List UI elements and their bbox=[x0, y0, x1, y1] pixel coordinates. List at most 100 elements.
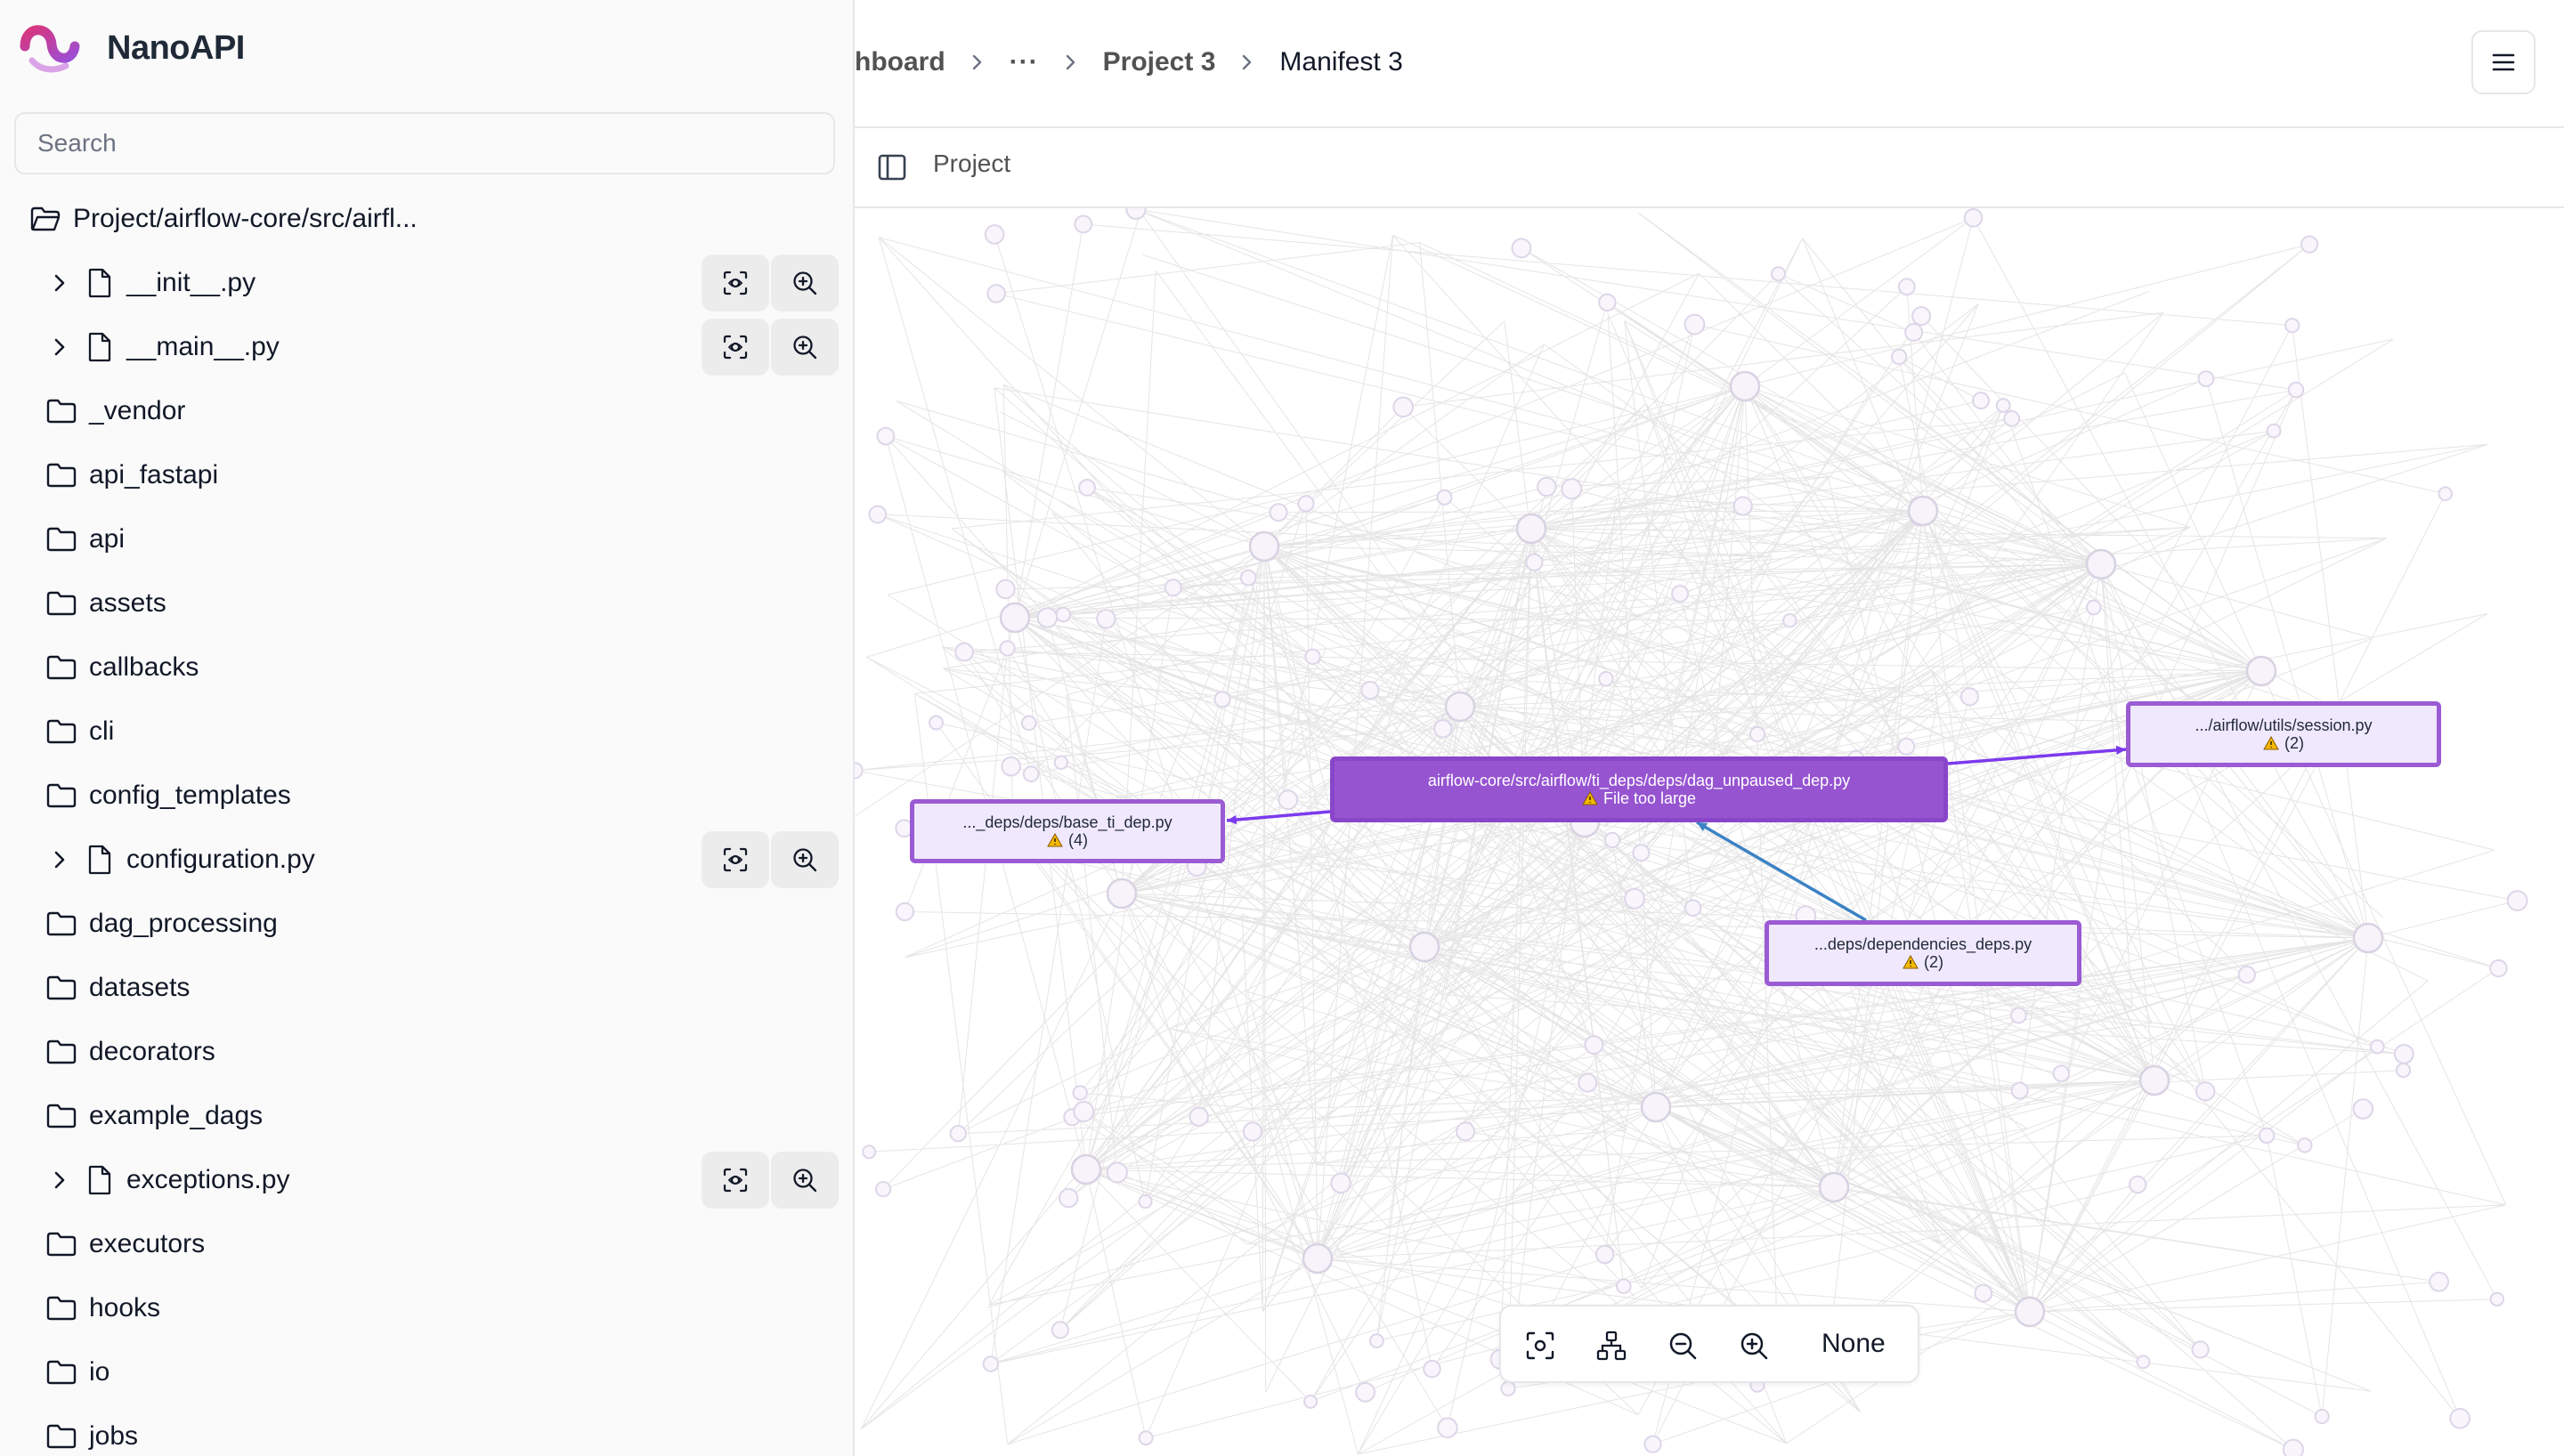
graph-node-dot[interactable] bbox=[1974, 1283, 1993, 1303]
graph-node-dot[interactable] bbox=[995, 578, 1016, 600]
graph-hub-node[interactable] bbox=[1070, 1153, 1102, 1185]
graph-node-dot[interactable] bbox=[2258, 1127, 2276, 1145]
graph-node-dot[interactable] bbox=[1771, 266, 1786, 282]
graph-node-dot[interactable] bbox=[2489, 1291, 2505, 1307]
zoom-file-button[interactable] bbox=[771, 319, 839, 376]
graph-node-dot[interactable] bbox=[2129, 1175, 2147, 1194]
graph-node-dot[interactable] bbox=[1020, 715, 1037, 732]
graph-node-session[interactable]: .../airflow/utils/session.py (2) bbox=[2126, 701, 2441, 767]
graph-node-dot[interactable] bbox=[1624, 887, 1645, 910]
graph-hub-node[interactable] bbox=[1106, 878, 1138, 910]
graph-node-dot[interactable] bbox=[2266, 423, 2282, 439]
graph-node-dot[interactable] bbox=[1995, 398, 2011, 413]
graph-node-dot[interactable] bbox=[1525, 553, 1544, 571]
graph-hub-node[interactable] bbox=[2245, 655, 2277, 687]
graph-node-dot[interactable] bbox=[2369, 1039, 2385, 1055]
graph-node-dot[interactable] bbox=[2314, 1409, 2330, 1425]
graph-node-dot[interactable] bbox=[1125, 208, 1147, 220]
graph-node-dot[interactable] bbox=[954, 642, 974, 662]
tree-file-init-py[interactable]: __init__.py bbox=[0, 251, 853, 315]
tree-folder-cli[interactable]: cli bbox=[0, 700, 853, 764]
graph-node-dot[interactable] bbox=[2191, 1340, 2210, 1359]
graph-node-dot[interactable] bbox=[2287, 381, 2305, 399]
zoom-file-button[interactable] bbox=[771, 831, 839, 888]
graph-node-dot[interactable] bbox=[855, 762, 864, 780]
graph-node-dot[interactable] bbox=[1074, 214, 1093, 234]
tree-folder-hooks[interactable]: hooks bbox=[0, 1276, 853, 1340]
tree-folder-config-templates[interactable]: config_templates bbox=[0, 764, 853, 828]
graph-node-dot[interactable] bbox=[1960, 687, 1980, 707]
graph-node-dot[interactable] bbox=[2136, 1355, 2151, 1370]
graph-node-dot[interactable] bbox=[2506, 890, 2528, 911]
focus-file-button[interactable] bbox=[702, 319, 769, 376]
graph-hub-node[interactable] bbox=[1907, 495, 1939, 527]
graph-node-dot[interactable] bbox=[1511, 238, 1532, 259]
graph-node-base-ti-dep[interactable]: ..._deps/deps/base_ti_dep.py (4) bbox=[910, 799, 1225, 863]
graph-node-dot[interactable] bbox=[2237, 966, 2257, 984]
graph-node-dot[interactable] bbox=[1036, 607, 1059, 628]
graph-hub-node[interactable] bbox=[1408, 931, 1440, 963]
graph-node-dot[interactable] bbox=[1584, 1035, 1604, 1055]
graph-node-dot[interactable] bbox=[1369, 1333, 1384, 1348]
graph-node-dot[interactable] bbox=[1911, 306, 1932, 327]
graph-node-dot[interactable] bbox=[1643, 1435, 1662, 1453]
zoom-file-button[interactable] bbox=[771, 255, 839, 311]
graph-node-dot[interactable] bbox=[1360, 681, 1380, 700]
graph-node-dot[interactable] bbox=[2284, 318, 2300, 334]
graph-hub-node[interactable] bbox=[999, 602, 1031, 634]
focus-file-button[interactable] bbox=[702, 255, 769, 311]
search-input[interactable] bbox=[14, 112, 835, 174]
graph-node-dot[interactable] bbox=[1500, 1380, 1516, 1397]
graph-node-dot[interactable] bbox=[1242, 1121, 1263, 1142]
graph-node-dot[interactable] bbox=[2297, 1137, 2313, 1153]
graph-node-dot[interactable] bbox=[1073, 1101, 1095, 1122]
graph-hub-node[interactable] bbox=[1640, 1091, 1672, 1123]
graph-node-dot[interactable] bbox=[1392, 396, 1415, 418]
graph-node-dot[interactable] bbox=[1598, 293, 1617, 312]
graph-node-dot[interactable] bbox=[1578, 1072, 1598, 1093]
graph-node-dot[interactable] bbox=[982, 1355, 1000, 1372]
graph-node-dot[interactable] bbox=[1001, 756, 1021, 777]
graph-hub-node[interactable] bbox=[2014, 1296, 2046, 1328]
zoom-in-button[interactable] bbox=[1727, 1319, 1781, 1372]
graph-node-dot[interactable] bbox=[1072, 1085, 1088, 1101]
graph-node-dot[interactable] bbox=[1594, 1244, 1615, 1265]
graph-node-dependencies-deps[interactable]: ...deps/dependencies_deps.py (2) bbox=[1765, 920, 2081, 986]
graph-node-selected[interactable]: airflow-core/src/airflow/ti_deps/deps/da… bbox=[1330, 756, 1948, 822]
tree-folder-decorators[interactable]: decorators bbox=[0, 1020, 853, 1084]
graph-node-dot[interactable] bbox=[1904, 322, 1924, 342]
graph-node-dot[interactable] bbox=[1053, 755, 1069, 770]
graph-node-dot[interactable] bbox=[1684, 313, 1706, 336]
graph-node-dot[interactable] bbox=[1189, 1106, 1209, 1127]
graph-hub-node[interactable] bbox=[2138, 1064, 2170, 1096]
zoom-out-button[interactable] bbox=[1656, 1319, 1709, 1372]
graph-node-dot[interactable] bbox=[1456, 1121, 1476, 1142]
graph-node-dot[interactable] bbox=[876, 426, 896, 446]
graph-node-dot[interactable] bbox=[2352, 1098, 2374, 1120]
chevron-right-icon[interactable] bbox=[46, 334, 73, 360]
breadcrumb-project[interactable]: Project 3 bbox=[1103, 47, 1216, 77]
graph-node-dot[interactable] bbox=[1436, 489, 1453, 506]
focus-file-button[interactable] bbox=[702, 1152, 769, 1209]
graph-node-dot[interactable] bbox=[2010, 1081, 2029, 1100]
graph-hub-node[interactable] bbox=[1729, 370, 1761, 402]
graph-node-dot[interactable] bbox=[1164, 578, 1182, 597]
graph-node-dot[interactable] bbox=[1059, 1187, 1079, 1209]
graph-node-dot[interactable] bbox=[1138, 1430, 1154, 1446]
chevron-right-icon[interactable] bbox=[46, 846, 73, 873]
graph-node-dot[interactable] bbox=[1213, 691, 1231, 708]
graph-node-dot[interactable] bbox=[2282, 1438, 2304, 1456]
graph-node-dot[interactable] bbox=[1096, 609, 1116, 629]
graph-node-dot[interactable] bbox=[1897, 737, 1916, 756]
graph-node-dot[interactable] bbox=[986, 284, 1006, 303]
selection-label[interactable]: None bbox=[1822, 1306, 1886, 1381]
graph-node-dot[interactable] bbox=[1355, 1381, 1375, 1403]
tree-folder-vendor[interactable]: _vendor bbox=[0, 379, 853, 443]
zoom-file-button[interactable] bbox=[771, 1152, 839, 1209]
graph-node-dot[interactable] bbox=[1537, 476, 1557, 497]
graph-node-dot[interactable] bbox=[1051, 1321, 1069, 1339]
graph-node-dot[interactable] bbox=[949, 1125, 968, 1143]
graph-node-dot[interactable] bbox=[1749, 725, 1766, 743]
graph-node-dot[interactable] bbox=[2300, 235, 2319, 254]
graph-hub-node[interactable] bbox=[1818, 1171, 1850, 1203]
